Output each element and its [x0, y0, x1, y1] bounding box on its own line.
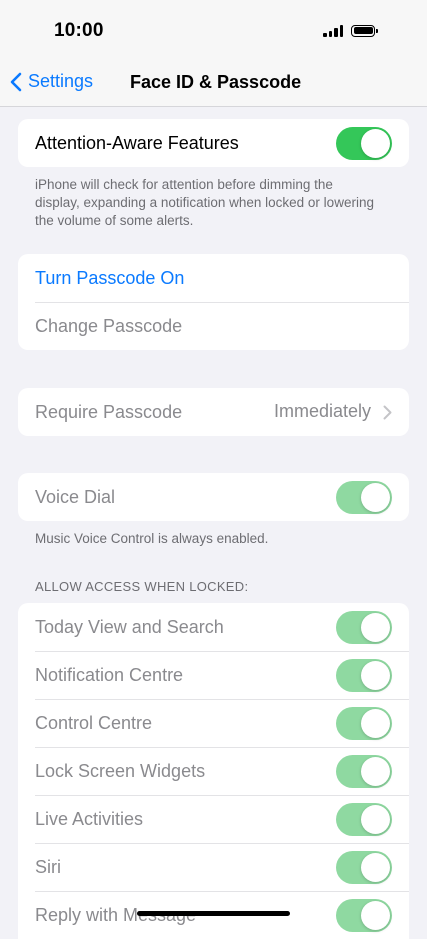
require-passcode-row: Require Passcode Immediately [18, 388, 409, 436]
change-passcode-row: Change Passcode [18, 302, 409, 350]
locked-access-row: Notification Centre [18, 651, 409, 699]
status-time: 10:00 [54, 20, 104, 41]
attention-footer: iPhone will check for attention before d… [35, 177, 374, 228]
require-passcode-label: Require Passcode [35, 401, 183, 422]
control-centre-toggle [336, 707, 392, 740]
require-passcode-value: Immediately [273, 401, 371, 421]
back-button-label: Settings [28, 71, 94, 91]
navigation-bar: Settings Face ID & Passcode [0, 62, 427, 107]
lock-screen-widgets-toggle [336, 755, 392, 788]
locked-access-row: Control Centre [18, 699, 409, 747]
chevron-left-icon [10, 72, 22, 91]
locked-access-group: Today View and Search Notification Centr… [18, 603, 409, 939]
require-passcode-group: Require Passcode Immediately [18, 388, 409, 436]
turn-passcode-on-row[interactable]: Turn Passcode On [18, 254, 409, 302]
locked-access-label: Lock Screen Widgets [35, 760, 206, 781]
reply-with-message-toggle [336, 899, 392, 932]
locked-access-row: Siri [18, 843, 409, 891]
voice-dial-footer: Music Voice Control is always enabled. [35, 531, 269, 546]
locked-access-label: Control Centre [35, 712, 153, 733]
status-bar: 10:00 [0, 0, 427, 62]
locked-access-header: ALLOW ACCESS WHEN LOCKED: [35, 579, 249, 594]
cellular-signal-icon [323, 24, 343, 37]
locked-access-label: Live Activities [35, 808, 144, 829]
voice-dial-toggle [336, 481, 392, 514]
passcode-group: Turn Passcode On Change Passcode [18, 254, 409, 350]
back-button[interactable]: Settings [10, 71, 93, 92]
attention-aware-toggle[interactable] [336, 127, 392, 160]
locked-access-row: Lock Screen Widgets [18, 747, 409, 795]
locked-access-row: Today View and Search [18, 603, 409, 651]
voice-dial-group: Voice Dial [18, 473, 409, 521]
chevron-right-icon [383, 405, 392, 420]
page-title: Face ID & Passcode [130, 72, 302, 92]
attention-group: Attention-Aware Features [18, 119, 409, 167]
home-indicator[interactable] [137, 911, 290, 916]
attention-aware-label: Attention-Aware Features [35, 132, 239, 153]
locked-access-row: Live Activities [18, 795, 409, 843]
voice-dial-row: Voice Dial [18, 473, 409, 521]
today-view-toggle [336, 611, 392, 644]
voice-dial-label: Voice Dial [35, 486, 116, 507]
notification-centre-toggle [336, 659, 392, 692]
turn-passcode-on-label: Turn Passcode On [35, 267, 185, 288]
locked-access-label: Siri [35, 856, 61, 877]
live-activities-toggle [336, 803, 392, 836]
locked-access-label: Notification Centre [35, 664, 184, 685]
status-icons [323, 24, 378, 37]
siri-toggle [336, 851, 392, 884]
change-passcode-label: Change Passcode [35, 315, 183, 336]
attention-aware-row: Attention-Aware Features [18, 119, 409, 167]
locked-access-label: Today View and Search [35, 616, 224, 637]
battery-icon [351, 24, 378, 37]
